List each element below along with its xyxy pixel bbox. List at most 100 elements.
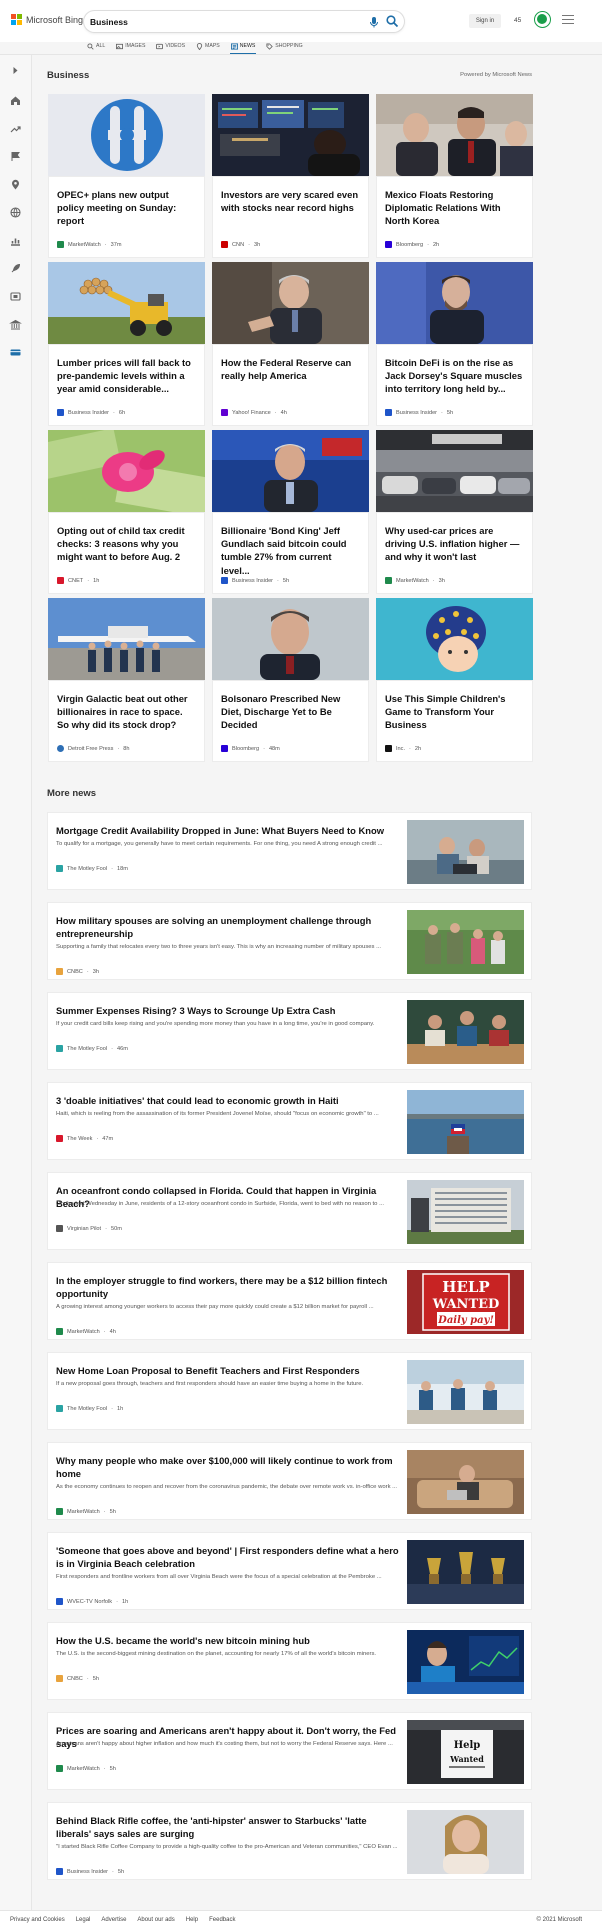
story-title[interactable]: Virgin Galactic beat out other billionai… <box>57 692 197 732</box>
story-title[interactable]: How the Federal Reserve can really help … <box>221 356 361 382</box>
story-image-child-tax[interactable] <box>48 430 205 512</box>
news-title[interactable]: How military spouses are solving an unem… <box>56 914 401 940</box>
news-thumbnail[interactable] <box>407 1540 524 1604</box>
story-card[interactable]: Use This Simple Children's Game to Trans… <box>376 680 533 762</box>
footer-link-privacy[interactable]: Privacy and Cookies <box>10 1917 65 1923</box>
news-item[interactable]: Prices are soaring and Americans aren't … <box>47 1712 532 1790</box>
story-image-lumber[interactable] <box>48 262 205 344</box>
rewards-icon[interactable] <box>534 11 551 28</box>
news-thumbnail[interactable]: Help Wanted <box>407 1720 524 1784</box>
news-thumbnail[interactable] <box>407 1000 524 1064</box>
story-card[interactable]: Billionaire 'Bond King' Jeff Gundlach sa… <box>212 512 369 594</box>
search-input[interactable] <box>90 14 350 29</box>
story-image-dorsey[interactable] <box>376 262 533 344</box>
story-image-virgin-galactic[interactable] <box>48 598 205 680</box>
tab-videos[interactable]: VIDEOS <box>155 40 186 52</box>
news-title[interactable]: Mortgage Credit Availability Dropped in … <box>56 824 401 837</box>
news-title[interactable]: Why many people who make over $100,000 w… <box>56 1454 401 1480</box>
news-title[interactable]: 3 'doable initiatives' that could lead t… <box>56 1094 401 1107</box>
search-icon[interactable] <box>385 14 399 28</box>
story-image-mexico[interactable] <box>376 94 533 176</box>
story-card[interactable]: Bolsonaro Prescribed New Diet, Discharge… <box>212 680 369 762</box>
story-image-childrens-game[interactable] <box>376 598 533 680</box>
location-icon[interactable] <box>9 178 22 191</box>
home-icon[interactable] <box>9 94 22 107</box>
trending-icon[interactable] <box>9 122 22 135</box>
story-title[interactable]: Bolsonaro Prescribed New Diet, Discharge… <box>221 692 361 732</box>
entertainment-icon[interactable] <box>9 290 22 303</box>
news-thumbnail[interactable] <box>407 1360 524 1424</box>
story-title[interactable]: Why used-car prices are driving U.S. inf… <box>385 524 525 564</box>
story-card[interactable]: Opting out of child tax credit checks: 3… <box>48 512 205 594</box>
story-title[interactable]: Investors are very scared even with stoc… <box>221 188 361 214</box>
story-card[interactable]: Lumber prices will fall back to pre-pand… <box>48 344 205 426</box>
news-thumbnail[interactable] <box>407 820 524 884</box>
story-image-fed[interactable] <box>212 262 369 344</box>
story-card[interactable]: OPEC+ plans new output policy meeting on… <box>48 176 205 258</box>
tab-news[interactable]: NEWS <box>229 40 257 55</box>
story-title[interactable]: OPEC+ plans new output policy meeting on… <box>57 188 197 228</box>
news-item[interactable]: An oceanfront condo collapsed in Florida… <box>47 1172 532 1250</box>
news-thumbnail[interactable] <box>407 1450 524 1514</box>
news-thumbnail[interactable] <box>407 910 524 974</box>
news-title[interactable]: New Home Loan Proposal to Benefit Teache… <box>56 1364 401 1377</box>
news-item[interactable]: How the U.S. became the world's new bitc… <box>47 1622 532 1700</box>
footer-link-help[interactable]: Help <box>186 1917 198 1923</box>
rewards-points[interactable]: 45 <box>514 17 521 24</box>
story-card[interactable]: Mexico Floats Restoring Diplomatic Relat… <box>376 176 533 258</box>
story-image-opec[interactable] <box>48 94 205 176</box>
news-thumbnail[interactable] <box>407 1090 524 1154</box>
story-card[interactable]: Investors are very scared even with stoc… <box>212 176 369 258</box>
footer-link-advertise[interactable]: Advertise <box>101 1917 126 1923</box>
story-image-bolsonaro[interactable] <box>212 598 369 680</box>
money-icon[interactable] <box>9 346 22 359</box>
news-thumbnail[interactable] <box>407 1630 524 1694</box>
news-title[interactable]: Behind Black Rifle coffee, the 'anti-hip… <box>56 1814 401 1840</box>
news-title[interactable]: In the employer struggle to find workers… <box>56 1274 401 1300</box>
news-thumbnail[interactable]: HELP WANTED Daily pay! <box>407 1270 524 1334</box>
story-title[interactable]: Mexico Floats Restoring Diplomatic Relat… <box>385 188 525 228</box>
news-item[interactable]: In the employer struggle to find workers… <box>47 1262 532 1340</box>
politics-building-icon[interactable] <box>9 318 22 331</box>
news-thumbnail[interactable] <box>407 1180 524 1244</box>
business-chart-icon[interactable] <box>9 234 22 247</box>
hamburger-menu-icon[interactable] <box>562 15 574 25</box>
news-item[interactable]: 3 'doable initiatives' that could lead t… <box>47 1082 532 1160</box>
story-card[interactable]: Why used-car prices are driving U.S. inf… <box>376 512 533 594</box>
story-title[interactable]: Use This Simple Children's Game to Trans… <box>385 692 525 732</box>
story-image-trader[interactable] <box>212 94 369 176</box>
story-card[interactable]: How the Federal Reserve can really help … <box>212 344 369 426</box>
tab-shopping[interactable]: SHOPPING <box>265 40 303 52</box>
news-title[interactable]: 'Someone that goes above and beyond' | F… <box>56 1544 401 1570</box>
footer-link-about-ads[interactable]: About our ads <box>137 1917 174 1923</box>
story-image-gundlach[interactable] <box>212 430 369 512</box>
story-card[interactable]: Bitcoin DeFi is on the rise as Jack Dors… <box>376 344 533 426</box>
expand-arrow-icon[interactable] <box>9 64 22 77</box>
globe-icon[interactable] <box>9 206 22 219</box>
story-title[interactable]: Opting out of child tax credit checks: 3… <box>57 524 197 564</box>
bing-logo[interactable]: Microsoft Bing <box>11 14 83 25</box>
footer-link-feedback[interactable]: Feedback <box>209 1917 235 1923</box>
tab-images[interactable]: IMAGES <box>115 40 146 52</box>
story-title[interactable]: Billionaire 'Bond King' Jeff Gundlach sa… <box>221 524 361 577</box>
news-item[interactable]: Summer Expenses Rising? 3 Ways to Scroun… <box>47 992 532 1070</box>
story-image-used-cars[interactable] <box>376 430 533 512</box>
news-item[interactable]: How military spouses are solving an unem… <box>47 902 532 980</box>
sign-in-button[interactable]: Sign in <box>469 14 501 28</box>
news-thumbnail[interactable] <box>407 1810 524 1874</box>
news-title[interactable]: How the U.S. became the world's new bitc… <box>56 1634 401 1647</box>
story-title[interactable]: Lumber prices will fall back to pre-pand… <box>57 356 197 396</box>
microphone-icon[interactable] <box>367 15 381 29</box>
science-rocket-icon[interactable] <box>9 262 22 275</box>
story-card[interactable]: Virgin Galactic beat out other billionai… <box>48 680 205 762</box>
tab-all[interactable]: ALL <box>86 40 106 52</box>
tab-maps[interactable]: MAPS <box>195 40 221 52</box>
news-item[interactable]: 'Someone that goes above and beyond' | F… <box>47 1532 532 1610</box>
footer-link-legal[interactable]: Legal <box>76 1917 91 1923</box>
news-title[interactable]: Summer Expenses Rising? 3 Ways to Scroun… <box>56 1004 401 1017</box>
story-title[interactable]: Bitcoin DeFi is on the rise as Jack Dors… <box>385 356 525 396</box>
news-item[interactable]: New Home Loan Proposal to Benefit Teache… <box>47 1352 532 1430</box>
flag-icon[interactable] <box>9 150 22 163</box>
news-item[interactable]: Behind Black Rifle coffee, the 'anti-hip… <box>47 1802 532 1880</box>
news-item[interactable]: Mortgage Credit Availability Dropped in … <box>47 812 532 890</box>
